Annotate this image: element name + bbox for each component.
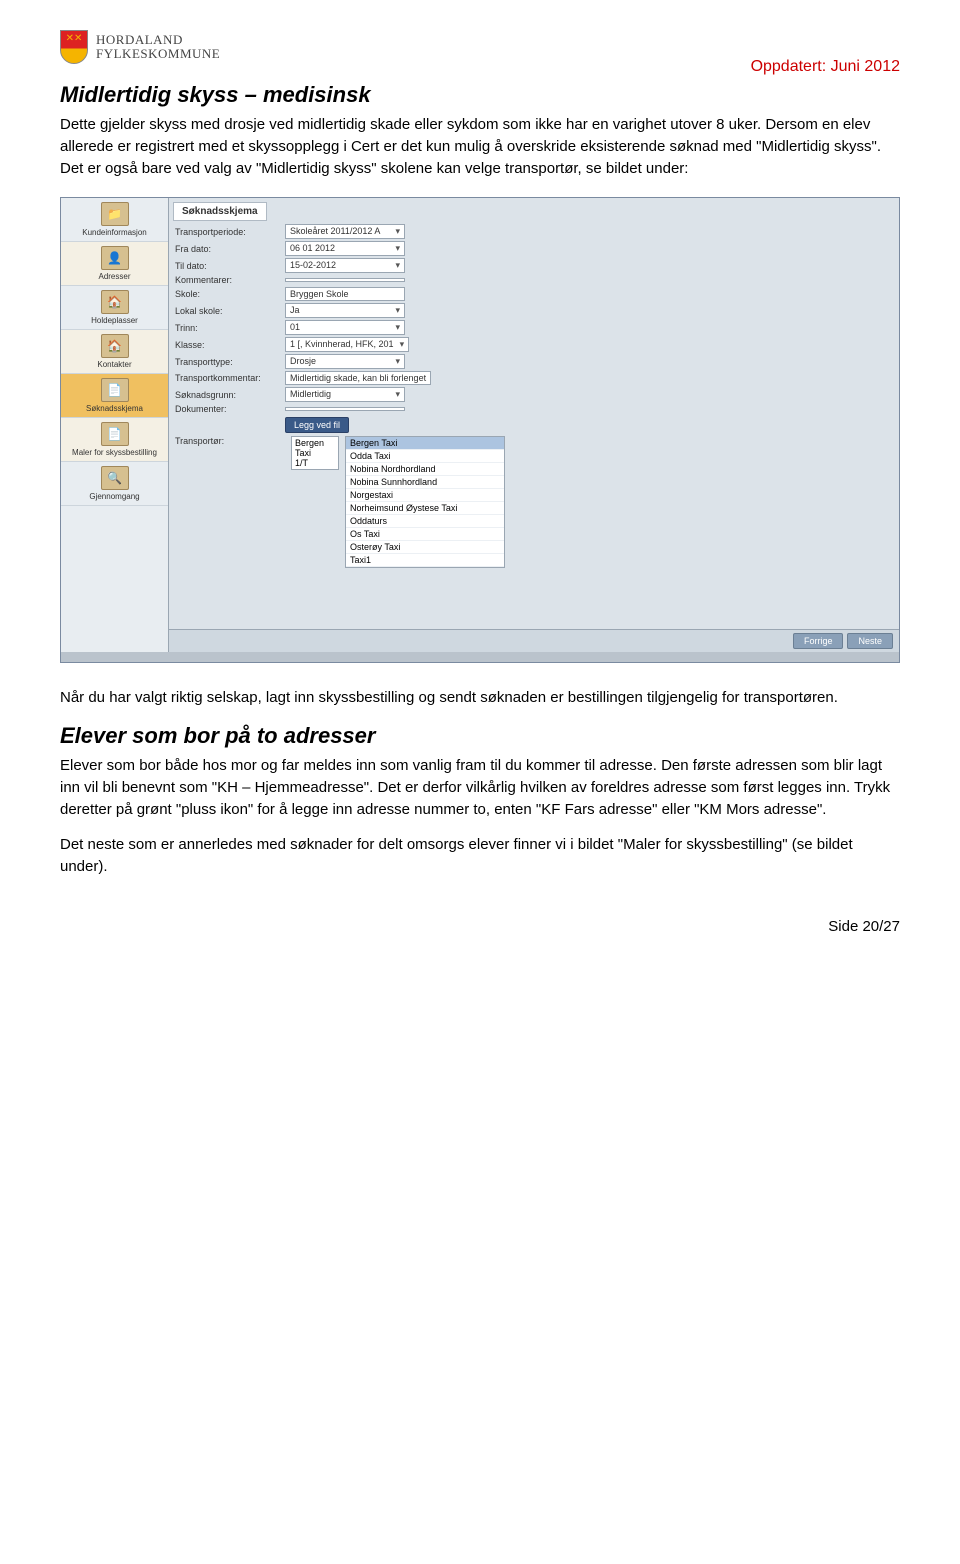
user-icon: 👤 [101, 246, 129, 270]
sidebar-item-label: Gjennomgang [89, 492, 139, 501]
form-row-0: Transportperiode:Skoleåret 2011/2012 A [169, 223, 899, 240]
field-label: Dokumenter: [175, 404, 285, 414]
transportor-option-6[interactable]: Oddaturs [346, 515, 504, 528]
field-value[interactable]: Drosje [285, 354, 405, 369]
sidebar-item-label: Søknadsskjema [86, 404, 143, 413]
brand-line1: HORDALAND [96, 33, 220, 47]
house-icon: 🏠 [101, 290, 129, 314]
sidebar-item-5[interactable]: 📄 Maler for skyssbestilling [61, 418, 168, 462]
app-screenshot: 📁Kundeinformasjon👤Adresser🏠Holdeplasser🏠… [60, 197, 900, 663]
form-row-5: Lokal skole:Ja [169, 302, 899, 319]
field-label: Skole: [175, 289, 285, 299]
field-value[interactable] [285, 278, 405, 282]
brand-line2: FYLKESKOMMUNE [96, 47, 220, 61]
form-row-1: Fra dato:06 01 2012 [169, 240, 899, 257]
sidebar-item-4[interactable]: 📄 Søknadsskjema [61, 374, 168, 418]
field-label: Lokal skole: [175, 306, 285, 316]
section2-body: Elever som bor både hos mor og far melde… [60, 755, 900, 820]
field-label: Til dato: [175, 261, 285, 271]
sheet-icon: 📄 [101, 378, 129, 402]
field-value[interactable]: Skoleåret 2011/2012 A [285, 224, 405, 239]
sidebar-item-label: Kundeinformasjon [82, 228, 146, 237]
transportor-dropdown[interactable]: Bergen TaxiOdda TaxiNobina NordhordlandN… [345, 436, 505, 568]
field-label: Transportkommentar: [175, 373, 285, 383]
sidebar-item-label: Adresser [98, 272, 130, 281]
main-pane: Søknadsskjema Transportperiode:Skoleåret… [169, 198, 899, 652]
field-value[interactable]: Bryggen Skole [285, 287, 405, 301]
field-label: Klasse: [175, 340, 285, 350]
transportor-option-0[interactable]: Bergen Taxi [346, 437, 504, 450]
after-image-paragraph: Når du har valgt riktig selskap, lagt in… [60, 687, 900, 709]
brand-text: HORDALAND FYLKESKOMMUNE [96, 33, 220, 60]
next-button[interactable]: Neste [847, 633, 893, 649]
transportor-selected[interactable]: Bergen Taxi 1/T [291, 436, 339, 470]
form-row-2: Til dato:15-02-2012 [169, 257, 899, 274]
form-row-3: Kommentarer: [169, 274, 899, 286]
transportor-option-2[interactable]: Nobina Nordhordland [346, 463, 504, 476]
sidebar-item-2[interactable]: 🏠 Holdeplasser [61, 286, 168, 330]
house-icon: 🏠 [101, 334, 129, 358]
form-row-8: Transporttype:Drosje [169, 353, 899, 370]
transportor-option-4[interactable]: Norgestaxi [346, 489, 504, 502]
transportor-option-9[interactable]: Taxi1 [346, 554, 504, 567]
field-label: Trinn: [175, 323, 285, 333]
transportor-label: Transportør: [175, 436, 285, 446]
field-label: Kommentarer: [175, 275, 285, 285]
transportor-option-1[interactable]: Odda Taxi [346, 450, 504, 463]
form-row-11: Dokumenter: [169, 403, 899, 415]
field-label: Transportperiode: [175, 227, 285, 237]
prev-button[interactable]: Forrige [793, 633, 844, 649]
shield-icon: ✕✕ [60, 30, 88, 64]
field-label: Søknadsgrunn: [175, 390, 285, 400]
form-row-7: Klasse:1 [, Kvinnherad, HFK, 201 [169, 336, 899, 353]
transportor-option-5[interactable]: Norheimsund Øystese Taxi [346, 502, 504, 515]
field-value[interactable]: Midlertidig [285, 387, 405, 402]
field-value[interactable]: Midlertidig skade, kan bli forlenget [285, 371, 431, 385]
field-value[interactable]: 1 [, Kvinnherad, HFK, 201 [285, 337, 409, 352]
transportor-option-7[interactable]: Os Taxi [346, 528, 504, 541]
field-label: Fra dato: [175, 244, 285, 254]
form-row-6: Trinn:01 [169, 319, 899, 336]
page-number: Side 20/27 [60, 918, 900, 935]
lens-icon: 🔍 [101, 466, 129, 490]
transportor-option-3[interactable]: Nobina Sunnhordland [346, 476, 504, 489]
field-value[interactable]: 15-02-2012 [285, 258, 405, 273]
field-value[interactable] [285, 407, 405, 411]
section1-body: Dette gjelder skyss med drosje ved midle… [60, 114, 900, 179]
wizard-footer: Forrige Neste [169, 629, 899, 652]
sidebar-item-0[interactable]: 📁 Kundeinformasjon [61, 198, 168, 242]
attach-file-button[interactable]: Legg ved fil [285, 417, 349, 433]
statusbar [61, 652, 899, 662]
sidebar-item-label: Maler for skyssbestilling [72, 448, 157, 457]
sidebar-item-6[interactable]: 🔍 Gjennomgang [61, 462, 168, 506]
sidebar-item-label: Kontakter [97, 360, 131, 369]
field-value[interactable]: Ja [285, 303, 405, 318]
sidebar-item-3[interactable]: 🏠 Kontakter [61, 330, 168, 374]
field-value[interactable]: 01 [285, 320, 405, 335]
folder-icon: 📁 [101, 202, 129, 226]
form-row-4: Skole:Bryggen Skole [169, 286, 899, 302]
sidebar-item-label: Holdeplasser [91, 316, 138, 325]
form-row-9: Transportkommentar:Midlertidig skade, ka… [169, 370, 899, 386]
pane-title: Søknadsskjema [173, 202, 267, 221]
field-value[interactable]: 06 01 2012 [285, 241, 405, 256]
section-title-midlertidig: Midlertidig skyss – medisinsk [60, 82, 900, 108]
field-label: Transporttype: [175, 357, 285, 367]
section-title-to-adresser: Elever som bor på to adresser [60, 723, 900, 749]
sidebar: 📁Kundeinformasjon👤Adresser🏠Holdeplasser🏠… [61, 198, 169, 652]
sheet-icon: 📄 [101, 422, 129, 446]
sidebar-item-1[interactable]: 👤 Adresser [61, 242, 168, 286]
transportor-option-8[interactable]: Osterøy Taxi [346, 541, 504, 554]
section2-extra: Det neste som er annerledes med søknader… [60, 834, 900, 878]
form-row-10: Søknadsgrunn:Midlertidig [169, 386, 899, 403]
